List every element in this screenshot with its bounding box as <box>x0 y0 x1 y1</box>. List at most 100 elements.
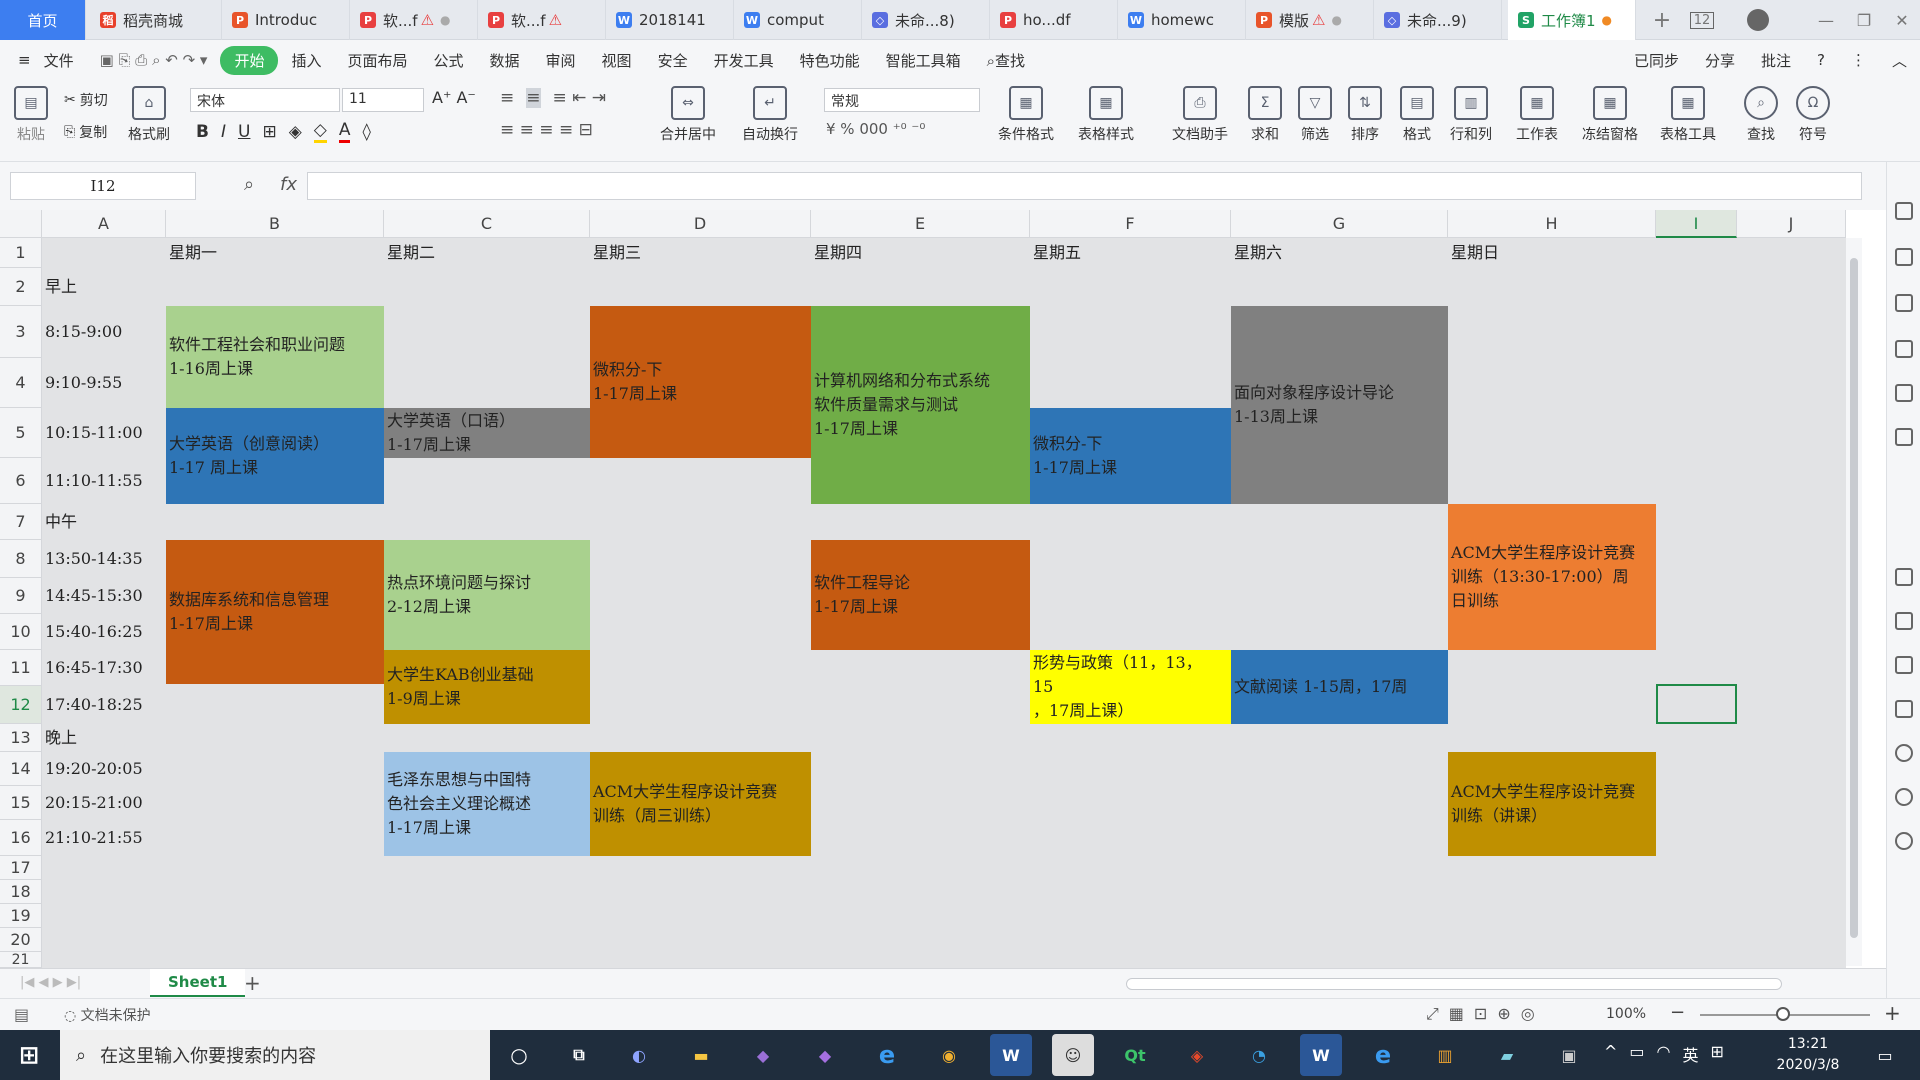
menu-formulas[interactable]: 公式 <box>421 50 477 71</box>
column-header[interactable]: A <box>42 210 166 238</box>
font-family-select[interactable]: 宋体 <box>190 88 340 112</box>
shapes-icon[interactable] <box>1895 248 1913 266</box>
paste-button[interactable]: ▤ 粘贴 <box>14 86 48 144</box>
time-label[interactable]: 早上 <box>42 268 166 306</box>
battery-icon[interactable]: ▭ <box>1629 1042 1644 1066</box>
menu-file[interactable]: 文件 <box>44 50 87 71</box>
notes-icon[interactable]: ▰ <box>1486 1034 1528 1076</box>
column-header[interactable]: H <box>1448 210 1656 238</box>
menu-review[interactable]: 审阅 <box>533 50 589 71</box>
filter-button[interactable]: ▽ 筛选 <box>1298 86 1332 144</box>
align-buttons-bottom[interactable]: ≡ ≡ ≡ ≡ ⊟ <box>500 120 593 140</box>
number-format-select[interactable]: 常规 <box>824 88 980 112</box>
row-header[interactable]: 9 <box>0 578 42 614</box>
menu-security[interactable]: 安全 <box>645 50 701 71</box>
word-icon[interactable]: W <box>1300 1034 1342 1076</box>
column-header-selected[interactable]: I <box>1656 210 1737 238</box>
minimize-icon[interactable]: — <box>1808 0 1844 40</box>
freeze-panes-button[interactable]: ▦ 冻结窗格 <box>1582 86 1638 144</box>
course-block[interactable]: 计算机网络和分布式系统 软件质量需求与测试 1-17周上课 <box>811 306 1030 504</box>
cut-button[interactable]: ✂ 剪切 <box>64 90 108 110</box>
menu-home[interactable]: 开始 <box>220 45 279 75</box>
hamburger-icon[interactable]: ≡ <box>0 51 44 69</box>
course-block[interactable]: ACM大学生程序设计竞赛 训练（周三训练） <box>590 752 811 856</box>
app-avatar-icon[interactable]: ☺ <box>1052 1034 1094 1076</box>
tab-document[interactable]: P 软...f ⚠ <box>478 0 606 40</box>
time-label[interactable]: 10:15-11:00 <box>42 408 166 458</box>
row-header[interactable]: 15 <box>0 786 42 820</box>
style-icon[interactable] <box>1895 294 1913 312</box>
tab-document[interactable]: P Introduc <box>222 0 350 40</box>
sum-button[interactable]: Σ 求和 <box>1248 86 1282 144</box>
column-header[interactable]: F <box>1030 210 1231 238</box>
course-block[interactable]: 数据库系统和信息管理 1-17周上课 <box>166 540 384 684</box>
share-icon[interactable] <box>1895 612 1913 630</box>
row-header[interactable]: 16 <box>0 820 42 856</box>
chart-icon[interactable] <box>1895 428 1913 446</box>
windows-start-icon[interactable]: ⊞ <box>8 1034 50 1076</box>
cortana-icon[interactable]: ○ <box>498 1034 540 1076</box>
avatar[interactable] <box>1747 9 1769 31</box>
font-style-buttons[interactable]: B I U ⊞ ◈ ◇ A ◊ <box>196 120 371 143</box>
time-label[interactable]: 晚上 <box>42 724 166 752</box>
picture-icon[interactable] <box>1895 700 1913 718</box>
course-block[interactable]: 热点环境问题与探讨 2-12周上课 <box>384 540 590 650</box>
vertical-scrollbar[interactable] <box>1846 238 1862 966</box>
row-header[interactable]: 18 <box>0 880 42 904</box>
row-header[interactable]: 8 <box>0 540 42 578</box>
app-icon[interactable]: ◔ <box>1238 1034 1280 1076</box>
tray-chevron-icon[interactable]: ^ <box>1604 1042 1617 1066</box>
vs-code-icon[interactable]: ◆ <box>742 1034 784 1076</box>
row-header[interactable]: 19 <box>0 904 42 928</box>
image-icon[interactable] <box>1895 568 1913 586</box>
menu-search[interactable]: ⌕查找 <box>974 50 1038 71</box>
column-header[interactable]: J <box>1737 210 1846 238</box>
column-header[interactable]: B <box>166 210 384 238</box>
tab-document[interactable]: P 模版 ⚠ ● <box>1246 0 1374 40</box>
chrome-icon[interactable]: ◉ <box>928 1034 970 1076</box>
tab-document[interactable]: W 2018141 <box>606 0 734 40</box>
zoom-formula-icon[interactable]: ⌕ <box>244 174 254 195</box>
course-block[interactable]: 形势与政策（11，13， 15 ，17周上课） <box>1030 650 1231 724</box>
italic-icon[interactable]: I <box>221 122 226 142</box>
time-label[interactable]: 9:10-9:55 <box>42 358 166 408</box>
underline-icon[interactable]: U <box>238 122 250 142</box>
history-icon[interactable] <box>1895 788 1913 806</box>
select-icon[interactable] <box>1895 202 1913 220</box>
more-icon[interactable]: ⋮ <box>1838 51 1879 69</box>
ime-indicator[interactable]: 英 <box>1683 1042 1699 1066</box>
backup-icon[interactable] <box>1895 744 1913 762</box>
course-block[interactable]: 软件工程社会和职业问题 1-16周上课 <box>166 306 384 408</box>
zoom-in-icon[interactable]: + <box>1884 1001 1901 1025</box>
day-header[interactable]: 星期四 <box>811 238 1030 268</box>
font-grow-shrink[interactable]: A⁺ A⁻ <box>432 88 476 107</box>
day-header[interactable]: 星期二 <box>384 238 590 268</box>
menu-features[interactable]: 特色功能 <box>787 50 873 71</box>
align-buttons-top[interactable]: ≡ ≡ ≡ ⇤ ⇥ <box>500 88 606 108</box>
find-button[interactable]: ⌕ 查找 <box>1744 86 1778 144</box>
day-header[interactable]: 星期五 <box>1030 238 1231 268</box>
course-block[interactable]: ACM大学生程序设计竞赛 训练（13:30-17:00）周 日训练 <box>1448 504 1656 650</box>
menu-developer[interactable]: 开发工具 <box>701 50 787 71</box>
font-size-select[interactable]: 11 <box>342 88 424 112</box>
library-icon[interactable]: ▥ <box>1424 1034 1466 1076</box>
fill-color-icon[interactable]: ◇ <box>313 120 327 143</box>
scrollbar-thumb[interactable] <box>1850 258 1858 938</box>
taskbar-search[interactable]: ⌕ 在这里输入你要搜索的内容 <box>60 1030 490 1080</box>
row-header[interactable]: 6 <box>0 458 42 504</box>
table-icon[interactable] <box>1895 340 1913 358</box>
merge-center-button[interactable]: ⇔ 合并居中 <box>660 86 716 144</box>
system-tray[interactable]: ^ ▭ ◠ 英 ⊞ <box>1604 1042 1724 1066</box>
file-explorer-icon[interactable]: ▬ <box>680 1034 722 1076</box>
menu-view[interactable]: 视图 <box>589 50 645 71</box>
course-block[interactable]: 毛泽东思想与中国特 色社会主义理论概述 1-17周上课 <box>384 752 590 856</box>
zoom-level[interactable]: 100% <box>1606 1006 1646 1022</box>
add-sheet-icon[interactable]: + <box>244 971 261 995</box>
row-header-selected[interactable]: 12 <box>0 686 42 724</box>
qt-creator-icon[interactable]: Qt <box>1114 1034 1156 1076</box>
fx-button[interactable]: fx <box>280 174 297 195</box>
sheet-nav-arrows[interactable]: |◀ ◀ ▶ ▶| <box>20 975 81 990</box>
clear-icon[interactable]: ◊ <box>362 122 370 142</box>
format-painter-button[interactable]: ⌂ 格式刷 <box>128 86 170 144</box>
edge-icon[interactable]: e <box>866 1034 908 1076</box>
